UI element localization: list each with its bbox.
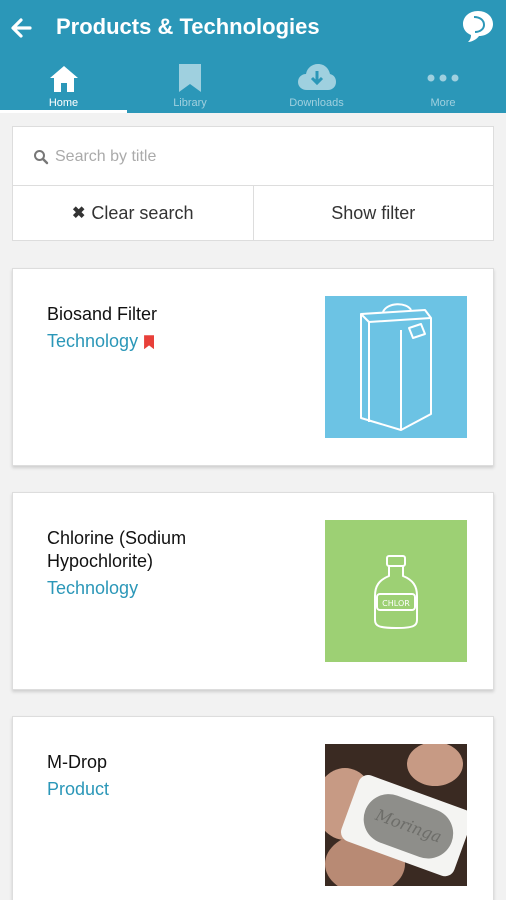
tab-label: Downloads	[289, 97, 344, 109]
item-name: M-Drop	[47, 752, 108, 772]
item-name: Chlorine (Sodium Hypochlorite)	[47, 528, 187, 571]
tab-label: Library	[173, 97, 207, 109]
bottle-label-text: CHLOR	[382, 599, 410, 608]
item-type: Technology	[47, 331, 139, 351]
tab-home[interactable]: Home	[0, 60, 127, 113]
clear-search-button[interactable]: ✖ Clear search	[13, 186, 253, 240]
app-bar: Products & Technologies Home Library Dow…	[0, 0, 506, 113]
show-filter-button[interactable]: Show filter	[252, 186, 494, 240]
show-filter-label: Show filter	[331, 202, 416, 223]
search-icon	[33, 149, 49, 170]
search-input[interactable]	[55, 145, 455, 169]
tab-more[interactable]: More	[380, 60, 506, 113]
item-title: M-Drop Product	[47, 751, 247, 801]
list-item[interactable]: M-Drop Product Moringa	[12, 716, 494, 900]
tab-downloads[interactable]: Downloads	[253, 60, 380, 113]
item-name: Biosand Filter	[47, 304, 158, 324]
tab-label: More	[430, 97, 456, 109]
list-item[interactable]: Biosand Filter Technology	[12, 268, 494, 466]
search-actions: ✖ Clear search Show filter	[12, 186, 494, 241]
list-item[interactable]: Chlorine (Sodium Hypochlorite) Technolog…	[12, 492, 494, 690]
bookmark-icon	[144, 335, 155, 350]
biosand-filter-thumbnail	[325, 296, 467, 438]
clear-search-label: Clear search	[91, 202, 194, 223]
item-title: Chlorine (Sodium Hypochlorite) Technolog…	[47, 527, 247, 600]
cloud-download-icon	[297, 62, 337, 99]
search-box	[12, 126, 494, 186]
tab-label: Home	[48, 97, 79, 109]
tab-library[interactable]: Library	[127, 60, 253, 113]
item-title: Biosand Filter Technology	[47, 303, 247, 353]
back-arrow-icon[interactable]	[6, 10, 38, 46]
m-drop-photo-thumbnail: Moringa	[315, 742, 473, 894]
home-icon	[48, 62, 80, 99]
item-type: Technology	[47, 578, 139, 598]
chlorine-bottle-thumbnail: CHLOR	[325, 520, 467, 662]
close-icon: ✖	[72, 205, 86, 222]
more-icon	[427, 70, 459, 88]
page-title: Products & Technologies	[56, 14, 320, 39]
item-type: Product	[47, 779, 110, 799]
active-tab-indicator	[0, 110, 127, 113]
chat-bubble-icon[interactable]	[460, 8, 496, 46]
bookmark-icon	[176, 62, 204, 99]
